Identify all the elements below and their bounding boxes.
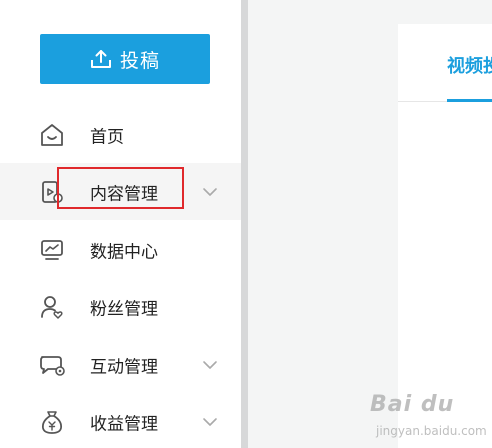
sidebar-item-content[interactable]: 内容管理 <box>0 163 241 220</box>
sidebar-item-revenue[interactable]: 收益管理 <box>0 393 241 448</box>
sidebar-item-fans[interactable]: 粉丝管理 <box>0 278 241 335</box>
upload-button[interactable]: 投稿 <box>40 34 210 84</box>
sidebar-item-label: 首页 <box>90 127 124 147</box>
chevron-down-icon[interactable] <box>200 182 220 202</box>
tab-video-upload[interactable]: 视频投 <box>447 52 492 78</box>
user-heart-icon <box>38 293 66 321</box>
watermark: Bai du jingyan.baidu.com <box>370 392 492 448</box>
sidebar-item-label: 收益管理 <box>90 414 158 434</box>
sidebar-item-label: 互动管理 <box>90 357 158 377</box>
money-bag-icon <box>38 408 66 436</box>
watermark-logo: Bai du <box>370 392 455 417</box>
sidebar-item-home[interactable]: 首页 <box>0 106 241 163</box>
sidebar-item-label: 数据中心 <box>90 242 158 262</box>
home-icon <box>38 121 66 149</box>
chat-bubble-icon <box>38 351 66 379</box>
active-tab-indicator <box>447 99 492 102</box>
chevron-down-icon[interactable] <box>200 412 220 432</box>
monitor-chart-icon <box>38 236 66 264</box>
upload-button-label: 投稿 <box>119 49 160 72</box>
sidebar-item-label: 粉丝管理 <box>90 299 158 319</box>
content-card <box>398 24 492 448</box>
sidebar-item-label: 内容管理 <box>90 184 158 204</box>
watermark-url: jingyan.baidu.com <box>376 424 487 438</box>
upload-icon <box>90 49 112 69</box>
chevron-down-icon[interactable] <box>200 355 220 375</box>
sidebar-item-data-center[interactable]: 数据中心 <box>0 221 241 278</box>
content-video-icon <box>38 178 66 206</box>
sidebar-item-interaction[interactable]: 互动管理 <box>0 336 241 393</box>
sidebar-divider[interactable] <box>241 0 248 448</box>
